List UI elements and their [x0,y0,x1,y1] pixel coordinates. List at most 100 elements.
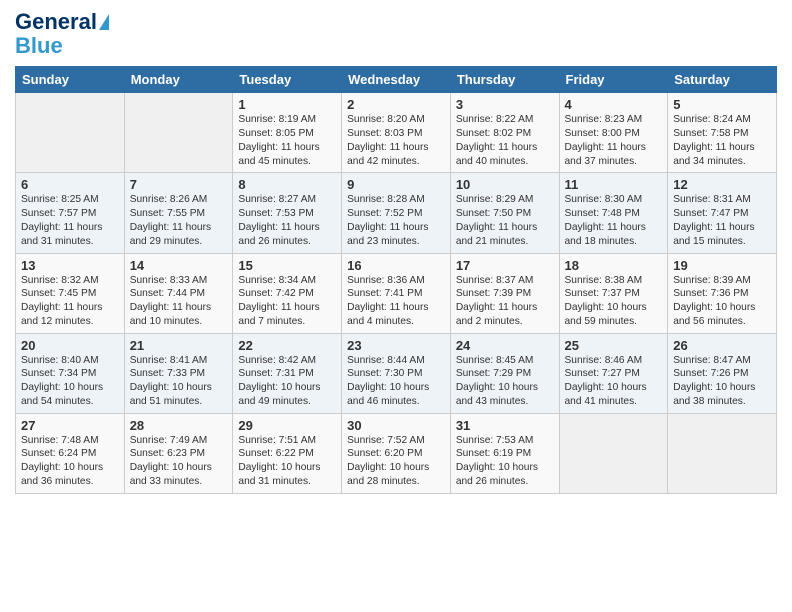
day-number: 29 [238,418,336,433]
day-number: 26 [673,338,771,353]
calendar-week-3: 13 Sunrise: 8:32 AM Sunset: 7:45 PM Dayli… [16,253,777,333]
day-number: 8 [238,177,336,192]
calendar-cell: 2 Sunrise: 8:20 AM Sunset: 8:03 PM Daylig… [342,93,451,173]
calendar-cell: 27 Sunrise: 7:48 AM Sunset: 6:24 PM Dayli… [16,413,125,493]
calendar-cell: 12 Sunrise: 8:31 AM Sunset: 7:47 PM Dayli… [668,173,777,253]
day-number: 13 [21,258,119,273]
weekday-header-tuesday: Tuesday [233,67,342,93]
day-info: Sunrise: 8:32 AM Sunset: 7:45 PM Dayligh… [21,275,102,327]
calendar-cell: 17Sunrise: 8:37 AM Sunset: 7:39 PM Dayli… [450,253,559,333]
calendar-cell: 24Sunrise: 8:45 AM Sunset: 7:29 PM Dayli… [450,333,559,413]
weekday-header-saturday: Saturday [668,67,777,93]
day-info: Sunrise: 7:52 AM Sunset: 6:20 PM Dayligh… [347,435,429,487]
day-number: 23 [347,338,445,353]
calendar-cell: 14 Sunrise: 8:33 AM Sunset: 7:44 PM Dayli… [124,253,233,333]
header: General Blue [15,10,777,58]
day-number: 2 [347,97,445,112]
day-number: 6 [21,177,119,192]
logo-general: General [15,10,97,34]
day-number: 28 [130,418,228,433]
calendar-cell: 5 Sunrise: 8:24 AM Sunset: 7:58 PM Daylig… [668,93,777,173]
logo-blue: Blue [15,34,63,58]
day-number: 15 [238,258,336,273]
day-info: Sunrise: 8:20 AM Sunset: 8:03 PM Dayligh… [347,114,428,166]
calendar-cell: 25 Sunrise: 8:46 AM Sunset: 7:27 PM Dayli… [559,333,668,413]
day-info: Sunrise: 8:44 AM Sunset: 7:30 PM Dayligh… [347,355,429,407]
day-number: 17 [456,258,554,273]
weekday-header-monday: Monday [124,67,233,93]
day-info: Sunrise: 8:29 AM Sunset: 7:50 PM Dayligh… [456,194,537,246]
logo: General Blue [15,10,109,58]
calendar-cell: 22Sunrise: 8:42 AM Sunset: 7:31 PM Dayli… [233,333,342,413]
calendar-week-1: 1Sunrise: 8:19 AM Sunset: 8:05 PM Daylig… [16,93,777,173]
calendar-table: SundayMondayTuesdayWednesdayThursdayFrid… [15,66,777,493]
day-number: 24 [456,338,554,353]
day-info: Sunrise: 8:46 AM Sunset: 7:27 PM Dayligh… [565,355,647,407]
calendar-cell: 7 Sunrise: 8:26 AM Sunset: 7:55 PM Daylig… [124,173,233,253]
day-info: Sunrise: 8:39 AM Sunset: 7:36 PM Dayligh… [673,275,755,327]
calendar-cell: 10 Sunrise: 8:29 AM Sunset: 7:50 PM Dayli… [450,173,559,253]
day-number: 3 [456,97,554,112]
day-info: Sunrise: 8:31 AM Sunset: 7:47 PM Dayligh… [673,194,754,246]
day-info: Sunrise: 7:53 AM Sunset: 6:19 PM Dayligh… [456,435,538,487]
weekday-header-wednesday: Wednesday [342,67,451,93]
day-info: Sunrise: 8:23 AM Sunset: 8:00 PM Dayligh… [565,114,646,166]
day-number: 20 [21,338,119,353]
logo-triangle-icon [99,14,109,30]
calendar-cell: 1Sunrise: 8:19 AM Sunset: 8:05 PM Daylig… [233,93,342,173]
day-number: 25 [565,338,663,353]
day-info: Sunrise: 8:36 AM Sunset: 7:41 PM Dayligh… [347,275,428,327]
day-number: 4 [565,97,663,112]
day-info: Sunrise: 8:40 AM Sunset: 7:34 PM Dayligh… [21,355,103,407]
calendar-cell [668,413,777,493]
day-info: Sunrise: 8:38 AM Sunset: 7:37 PM Dayligh… [565,275,647,327]
day-info: Sunrise: 8:26 AM Sunset: 7:55 PM Dayligh… [130,194,211,246]
calendar-cell: 28 Sunrise: 7:49 AM Sunset: 6:23 PM Dayli… [124,413,233,493]
calendar-cell: 31 Sunrise: 7:53 AM Sunset: 6:19 PM Dayli… [450,413,559,493]
calendar-cell: 19 Sunrise: 8:39 AM Sunset: 7:36 PM Dayli… [668,253,777,333]
day-number: 5 [673,97,771,112]
day-info: Sunrise: 8:27 AM Sunset: 7:53 PM Dayligh… [238,194,319,246]
day-number: 12 [673,177,771,192]
day-info: Sunrise: 8:22 AM Sunset: 8:02 PM Dayligh… [456,114,537,166]
day-number: 16 [347,258,445,273]
day-info: Sunrise: 7:49 AM Sunset: 6:23 PM Dayligh… [130,435,212,487]
calendar-cell: 11Sunrise: 8:30 AM Sunset: 7:48 PM Dayli… [559,173,668,253]
day-info: Sunrise: 8:34 AM Sunset: 7:42 PM Dayligh… [238,275,319,327]
calendar-cell: 16 Sunrise: 8:36 AM Sunset: 7:41 PM Dayli… [342,253,451,333]
day-info: Sunrise: 8:24 AM Sunset: 7:58 PM Dayligh… [673,114,754,166]
day-number: 10 [456,177,554,192]
day-info: Sunrise: 8:33 AM Sunset: 7:44 PM Dayligh… [130,275,211,327]
day-info: Sunrise: 7:51 AM Sunset: 6:22 PM Dayligh… [238,435,320,487]
day-info: Sunrise: 7:48 AM Sunset: 6:24 PM Dayligh… [21,435,103,487]
calendar-week-5: 27 Sunrise: 7:48 AM Sunset: 6:24 PM Dayli… [16,413,777,493]
calendar-cell: 18Sunrise: 8:38 AM Sunset: 7:37 PM Dayli… [559,253,668,333]
calendar-cell: 20 Sunrise: 8:40 AM Sunset: 7:34 PM Dayli… [16,333,125,413]
day-number: 19 [673,258,771,273]
weekday-header-friday: Friday [559,67,668,93]
calendar-cell: 21Sunrise: 8:41 AM Sunset: 7:33 PM Dayli… [124,333,233,413]
day-number: 9 [347,177,445,192]
day-number: 27 [21,418,119,433]
day-info: Sunrise: 8:28 AM Sunset: 7:52 PM Dayligh… [347,194,428,246]
weekday-header-sunday: Sunday [16,67,125,93]
calendar-cell: 15 Sunrise: 8:34 AM Sunset: 7:42 PM Dayli… [233,253,342,333]
day-info: Sunrise: 8:30 AM Sunset: 7:48 PM Dayligh… [565,194,646,246]
calendar-body: 1Sunrise: 8:19 AM Sunset: 8:05 PM Daylig… [16,93,777,493]
calendar-cell: 6Sunrise: 8:25 AM Sunset: 7:57 PM Daylig… [16,173,125,253]
calendar-cell: 13 Sunrise: 8:32 AM Sunset: 7:45 PM Dayli… [16,253,125,333]
calendar-cell [559,413,668,493]
day-info: Sunrise: 8:19 AM Sunset: 8:05 PM Dayligh… [238,114,319,166]
day-number: 31 [456,418,554,433]
calendar-cell: 23 Sunrise: 8:44 AM Sunset: 7:30 PM Dayli… [342,333,451,413]
day-number: 22 [238,338,336,353]
calendar-cell: 26 Sunrise: 8:47 AM Sunset: 7:26 PM Dayli… [668,333,777,413]
day-number: 21 [130,338,228,353]
calendar-cell [124,93,233,173]
day-info: Sunrise: 8:47 AM Sunset: 7:26 PM Dayligh… [673,355,755,407]
calendar-cell: 8 Sunrise: 8:27 AM Sunset: 7:53 PM Daylig… [233,173,342,253]
day-number: 7 [130,177,228,192]
day-number: 14 [130,258,228,273]
calendar-week-2: 6Sunrise: 8:25 AM Sunset: 7:57 PM Daylig… [16,173,777,253]
calendar-cell: 4 Sunrise: 8:23 AM Sunset: 8:00 PM Daylig… [559,93,668,173]
